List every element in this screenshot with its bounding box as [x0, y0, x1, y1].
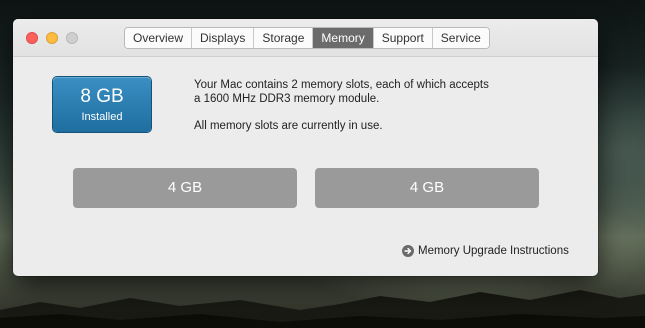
- zoom-button[interactable]: [66, 32, 78, 44]
- memory-description: Your Mac contains 2 memory slots, each o…: [194, 78, 564, 133]
- installed-memory-badge: 8 GB Installed: [53, 77, 151, 132]
- memory-upgrade-instructions-link[interactable]: Memory Upgrade Instructions: [402, 244, 569, 258]
- close-button[interactable]: [26, 32, 38, 44]
- installed-memory-label: Installed: [81, 111, 123, 123]
- installed-memory-size: 8 GB: [80, 86, 124, 107]
- arrow-circle-right-icon: [402, 245, 414, 257]
- tab-memory[interactable]: Memory: [313, 28, 374, 48]
- about-this-mac-window: Overview Displays Storage Memory Support…: [13, 19, 598, 276]
- minimize-button[interactable]: [46, 32, 58, 44]
- memory-upgrade-instructions-label: Memory Upgrade Instructions: [418, 245, 569, 257]
- description-line-2: a 1600 MHz DDR3 memory module.: [194, 93, 380, 105]
- window-titlebar[interactable]: Overview Displays Storage Memory Support…: [13, 19, 598, 57]
- tab-service[interactable]: Service: [432, 28, 489, 48]
- tab-storage[interactable]: Storage: [254, 28, 314, 48]
- description-line-1: Your Mac contains 2 memory slots, each o…: [194, 79, 489, 91]
- tab-support[interactable]: Support: [373, 28, 433, 48]
- memory-pane: 8 GB Installed Your Mac contains 2 memor…: [13, 57, 598, 276]
- tab-displays[interactable]: Displays: [192, 28, 255, 48]
- mountain-silhouette: [0, 290, 645, 328]
- tab-overview[interactable]: Overview: [125, 28, 193, 48]
- memory-slot-1: 4 GB: [73, 168, 297, 208]
- memory-slots-status: All memory slots are currently in use.: [194, 120, 383, 132]
- memory-slot-2: 4 GB: [315, 168, 539, 208]
- tab-bar: Overview Displays Storage Memory Support…: [124, 27, 490, 49]
